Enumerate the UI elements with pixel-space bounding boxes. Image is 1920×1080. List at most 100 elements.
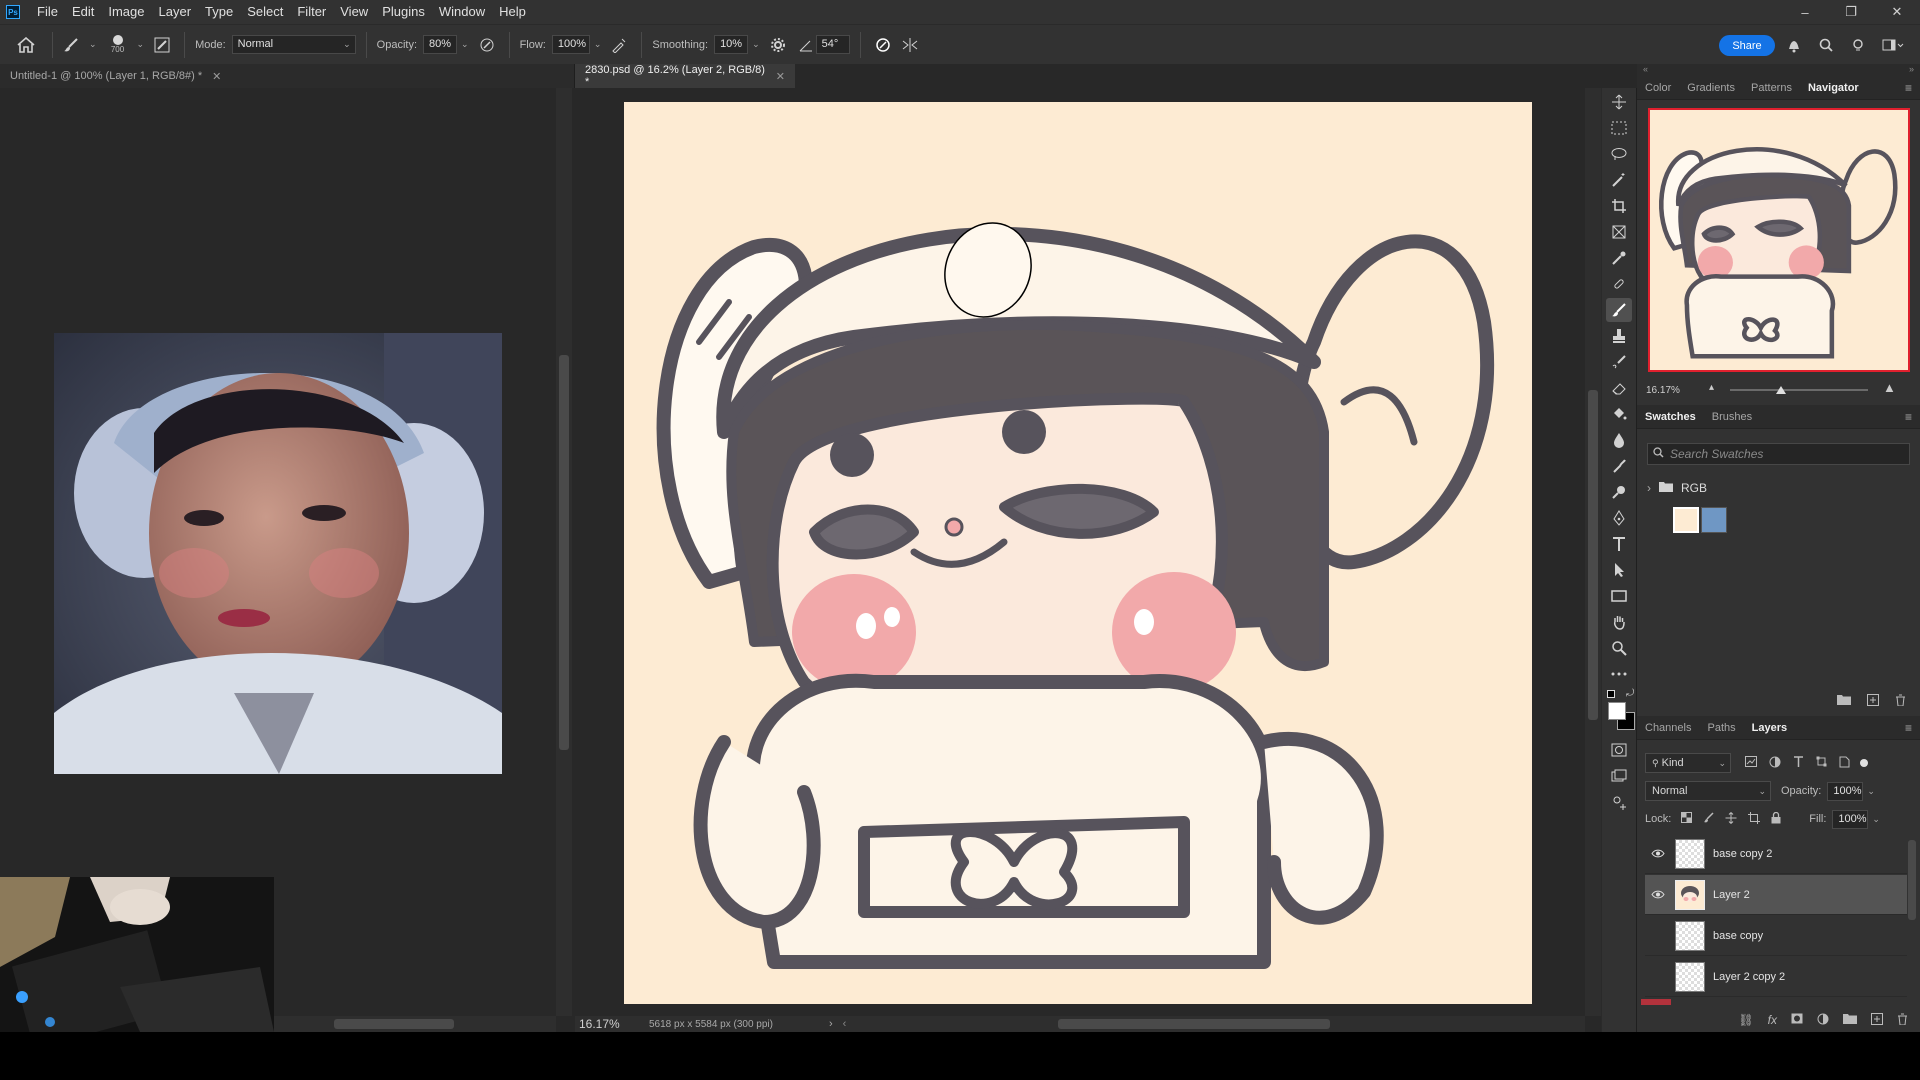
trash-icon[interactable] [1897,1013,1908,1028]
menu-edit[interactable]: Edit [65,0,101,24]
foreground-color-swatch[interactable] [1608,702,1626,720]
menu-type[interactable]: Type [198,0,240,24]
close-icon[interactable]: ✕ [776,70,785,83]
tab-color[interactable]: Color [1637,76,1679,100]
discover-lightbulb-icon[interactable] [1848,35,1868,55]
airbrush-icon[interactable] [607,25,631,65]
paint-bucket-tool-icon[interactable] [1606,402,1632,426]
pen-tool-icon[interactable] [1606,506,1632,530]
flow-input[interactable]: 100% [551,35,590,54]
type-tool-icon[interactable] [1606,532,1632,556]
menu-filter[interactable]: Filter [290,0,333,24]
crop-tool-icon[interactable] [1606,194,1632,218]
search-icon[interactable] [1816,35,1836,55]
chevron-down-icon[interactable]: ⌄ [89,39,97,50]
tab-layers[interactable]: Layers [1744,716,1795,740]
new-group-folder-icon[interactable] [1837,694,1851,708]
new-swatch-icon[interactable] [1867,693,1879,709]
lock-all-icon[interactable] [1771,811,1781,827]
tab-patterns[interactable]: Patterns [1743,76,1800,100]
lock-position-icon[interactable] [1725,811,1737,827]
pressure-size-icon[interactable] [871,25,895,65]
visibility-toggle[interactable] [1645,970,1671,984]
zoom-level-field[interactable]: 16.17% [579,1017,649,1031]
clone-stamp-tool-icon[interactable] [1606,324,1632,348]
filter-shape-icon[interactable] [1816,756,1827,770]
left-vertical-scroll-thumb[interactable] [559,355,569,750]
brush-preset-picker[interactable]: 700 [103,25,133,65]
filter-adjustment-icon[interactable] [1769,756,1781,771]
layer-name[interactable]: Layer 2 [1713,889,1750,901]
chevron-right-icon[interactable]: › [829,1018,833,1030]
panel-menu-icon[interactable]: ≡ [1905,410,1912,424]
filter-toggle-icon[interactable] [1860,759,1868,767]
swatch-group-rgb[interactable]: › RGB [1647,477,1707,499]
menu-file[interactable]: File [30,0,65,24]
dodge-tool-icon[interactable] [1606,480,1632,504]
panel-collapse-bar[interactable]: « » [1637,64,1920,76]
tab-paths[interactable]: Paths [1699,716,1743,740]
filter-type-icon[interactable] [1793,756,1804,770]
zoom-out-icon[interactable]: ▴ [1709,382,1714,393]
swatch-blue[interactable] [1701,507,1727,533]
tab-gradients[interactable]: Gradients [1679,76,1743,100]
chevron-down-icon[interactable]: ⌄ [1872,814,1880,825]
smudge-tool-icon[interactable] [1606,454,1632,478]
lock-artboard-icon[interactable] [1748,811,1761,827]
chevron-down-icon[interactable]: ⌄ [594,39,602,50]
fx-icon[interactable]: fx [1768,1013,1777,1027]
menu-window[interactable]: Window [432,0,492,24]
gear-icon[interactable] [766,25,790,65]
tab-swatches[interactable]: Swatches [1637,405,1704,429]
marquee-tool-icon[interactable] [1606,116,1632,140]
menu-layer[interactable]: Layer [152,0,199,24]
color-chips[interactable]: ⤾ [1602,688,1638,730]
swatch-cream[interactable] [1673,507,1699,533]
menu-select[interactable]: Select [240,0,290,24]
magic-wand-tool-icon[interactable] [1606,168,1632,192]
layer-name[interactable]: base copy 2 [1713,848,1772,860]
layer-name[interactable]: Layer 2 copy 2 [1713,971,1785,983]
default-colors-icon[interactable] [1607,690,1615,698]
path-selection-tool-icon[interactable] [1606,558,1632,582]
rectangle-tool-icon[interactable] [1606,584,1632,608]
collapse-right-icon[interactable]: » [1909,64,1914,76]
layer-row[interactable]: Layer 2 copy 2 [1645,957,1907,997]
swap-colors-icon[interactable]: ⤾ [1626,688,1634,699]
document-tab-2830[interactable]: 2830.psd @ 16.2% (Layer 2, RGB/8) * ✕ [575,64,795,88]
swatch-search-input[interactable] [1670,447,1890,461]
close-icon[interactable]: ✕ [212,70,221,83]
lasso-tool-icon[interactable] [1606,142,1632,166]
left-horizontal-scroll-thumb[interactable] [334,1019,454,1029]
bell-icon[interactable] [1784,35,1804,55]
filter-pixel-icon[interactable] [1745,756,1757,770]
screen-mode-icon[interactable] [1606,764,1632,788]
brush-settings-icon[interactable] [150,25,174,65]
layer-filter-kind-select[interactable]: ⚲ Kind ⌄ [1645,753,1731,773]
filter-smart-object-icon[interactable] [1839,756,1850,771]
layer-row[interactable]: base copy [1645,916,1907,956]
healing-brush-tool-icon[interactable] [1606,272,1632,296]
layer-row[interactable]: base copy 2 [1645,834,1907,874]
menu-image[interactable]: Image [101,0,151,24]
edit-toolbar-icon[interactable] [1606,790,1632,814]
chevron-right-icon[interactable]: › [1647,481,1651,495]
symmetry-icon[interactable] [895,25,925,65]
visibility-toggle[interactable] [1645,929,1671,943]
blend-mode-select[interactable]: Normal ⌄ [1645,781,1771,801]
menu-plugins[interactable]: Plugins [375,0,432,24]
menu-help[interactable]: Help [492,0,533,24]
blur-tool-icon[interactable] [1606,428,1632,452]
tab-channels[interactable]: Channels [1637,716,1699,740]
chevron-down-icon[interactable]: ⌄ [1867,786,1875,797]
chevron-left-icon[interactable]: ‹ [843,1018,847,1030]
layer-opacity-input[interactable]: 100% [1827,781,1864,801]
new-group-folder-icon[interactable] [1843,1013,1857,1027]
frame-tool-icon[interactable] [1606,220,1632,244]
opacity-input[interactable]: 80% [423,35,458,54]
layers-scroll-thumb[interactable] [1908,840,1916,920]
collapse-left-icon[interactable]: « [1643,64,1648,76]
history-brush-tool-icon[interactable] [1606,350,1632,374]
chevron-down-icon[interactable]: ⌄ [461,39,469,50]
lock-pixels-icon[interactable] [1703,812,1714,826]
